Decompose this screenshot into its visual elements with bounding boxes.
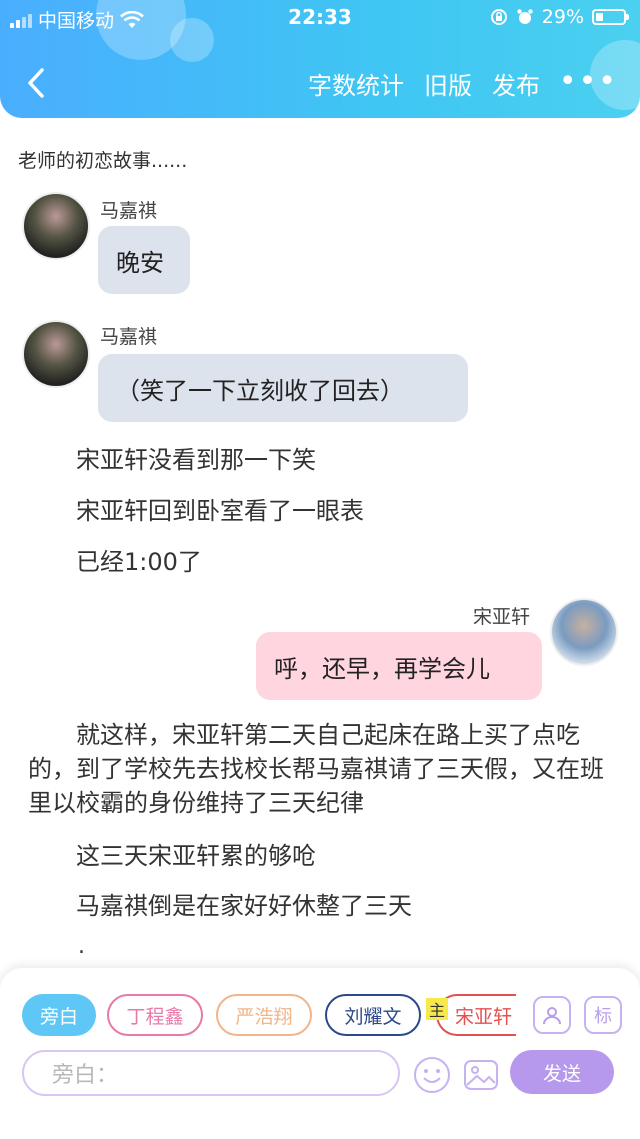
role-chip-yan-haoxiang[interactable]: 严浩翔 bbox=[216, 994, 312, 1036]
avatar-ma-jiaqi[interactable] bbox=[22, 192, 90, 260]
more-icon[interactable]: ••• bbox=[559, 67, 618, 97]
message-input[interactable]: 旁白： bbox=[22, 1050, 400, 1096]
role-chip-narrator[interactable]: 旁白 bbox=[22, 994, 96, 1036]
top-bar: 中国移动 22:33 29% 字数统计 旧版 发布 ••• bbox=[0, 0, 640, 118]
speaker-name: 马嘉祺 bbox=[100, 200, 158, 222]
avatar-song-yaxuan[interactable] bbox=[550, 598, 618, 666]
avatar-ma-jiaqi[interactable] bbox=[22, 320, 90, 388]
image-icon[interactable] bbox=[462, 1056, 500, 1094]
person-icon bbox=[543, 1007, 561, 1025]
tag-button[interactable]: 标 bbox=[584, 996, 622, 1034]
message-bubble[interactable]: 晚安 bbox=[98, 226, 190, 294]
back-icon[interactable] bbox=[22, 66, 50, 100]
role-chip-liu-yaowen[interactable]: 刘耀文 bbox=[325, 994, 421, 1036]
composer-panel: 旁白 丁程鑫 严浩翔 刘耀文 宋亚轩 主 标 旁白： 发送 bbox=[0, 968, 640, 1139]
lock-rotation-icon bbox=[490, 9, 507, 25]
speaker-name: 宋亚轩 bbox=[473, 606, 531, 628]
narration-paragraph: 就这样，宋亚轩第二天自己起床在路上买了点吃的，到了学校先去找校长帮马嘉祺请了三天… bbox=[28, 721, 604, 817]
role-chip-song-yaxuan[interactable]: 宋亚轩 bbox=[436, 994, 516, 1036]
publish-button[interactable]: 发布 bbox=[492, 66, 540, 101]
story-title: 老师的初恋故事...... bbox=[18, 150, 188, 172]
word-count-button[interactable]: 字数统计 bbox=[308, 66, 404, 101]
status-bar: 中国移动 22:33 29% bbox=[0, 0, 640, 36]
nav-bar: 字数统计 旧版 发布 ••• bbox=[0, 52, 640, 112]
emoji-icon[interactable] bbox=[413, 1056, 451, 1094]
message-bubble[interactable]: （笑了一下立刻收了回去） bbox=[98, 354, 468, 422]
trailing-dot: . bbox=[78, 934, 85, 959]
story-content: 老师的初恋故事...... 马嘉祺 晚安 马嘉祺 （笑了一下立刻收了回去） 宋亚… bbox=[0, 118, 640, 970]
message-bubble[interactable]: 呼，还早，再学会儿 bbox=[256, 632, 542, 700]
main-role-badge: 主 bbox=[426, 998, 448, 1020]
battery-icon bbox=[592, 9, 629, 25]
alarm-icon bbox=[517, 9, 533, 24]
add-role-button[interactable] bbox=[533, 996, 571, 1034]
speaker-name: 马嘉祺 bbox=[100, 326, 158, 348]
narration-line: 宋亚轩回到卧室看了一眼表 bbox=[76, 497, 364, 525]
send-button[interactable]: 发送 bbox=[510, 1050, 614, 1094]
role-chip-ding-chengxin[interactable]: 丁程鑫 bbox=[107, 994, 203, 1036]
narration-line: 马嘉祺倒是在家好好休整了三天 bbox=[76, 892, 412, 920]
narration-line: 已经1:00了 bbox=[76, 548, 202, 576]
old-version-button[interactable]: 旧版 bbox=[424, 66, 472, 101]
narration-line: 宋亚轩没看到那一下笑 bbox=[76, 446, 316, 474]
battery-percent: 29% bbox=[541, 6, 584, 28]
narration-line: 这三天宋亚轩累的够呛 bbox=[76, 842, 316, 870]
